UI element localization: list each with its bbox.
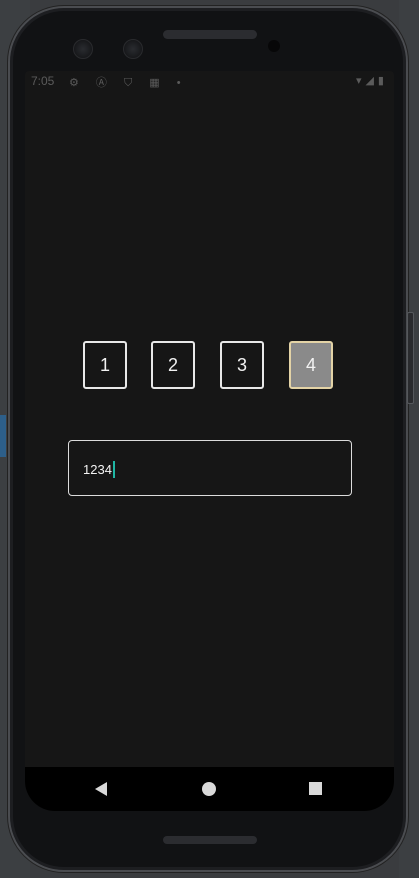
recents-icon[interactable] — [309, 782, 322, 795]
front-sensor-icon — [123, 39, 143, 59]
pin-digit-box-4[interactable]: 4 — [289, 341, 333, 389]
pin-digit-box-2[interactable]: 2 — [151, 341, 195, 389]
pin-digit-box-3[interactable]: 3 — [220, 341, 264, 389]
phone-side-button[interactable] — [407, 312, 414, 404]
phone-screen: 7:05 ⚙ Ⓐ ⛉ ▦ • ▾◢▮ 1 2 3 4 1234 — [25, 71, 394, 811]
navigation-bar — [25, 767, 394, 811]
ide-background-accent — [0, 415, 6, 457]
front-camera-icon — [268, 40, 280, 52]
front-sensor-icon — [73, 39, 93, 59]
status-system-icons: ▾◢▮ — [355, 75, 388, 87]
back-icon[interactable] — [95, 782, 107, 796]
pin-input-field[interactable]: 1234 — [68, 440, 352, 496]
pin-digit-box-1[interactable]: 1 — [83, 341, 127, 389]
home-icon[interactable] — [202, 782, 216, 796]
pin-digits-row: 1 2 3 4 — [25, 341, 394, 393]
earpiece-speaker — [163, 30, 257, 39]
status-time: 7:05 — [31, 74, 55, 88]
status-bar: 7:05 ⚙ Ⓐ ⛉ ▦ • ▾◢▮ — [25, 71, 394, 93]
bottom-speaker — [163, 836, 257, 844]
text-cursor — [112, 461, 115, 478]
pin-input-value: 1234 — [83, 461, 115, 478]
status-notification-icons: ⚙ Ⓐ ⛉ ▦ • — [69, 77, 188, 89]
